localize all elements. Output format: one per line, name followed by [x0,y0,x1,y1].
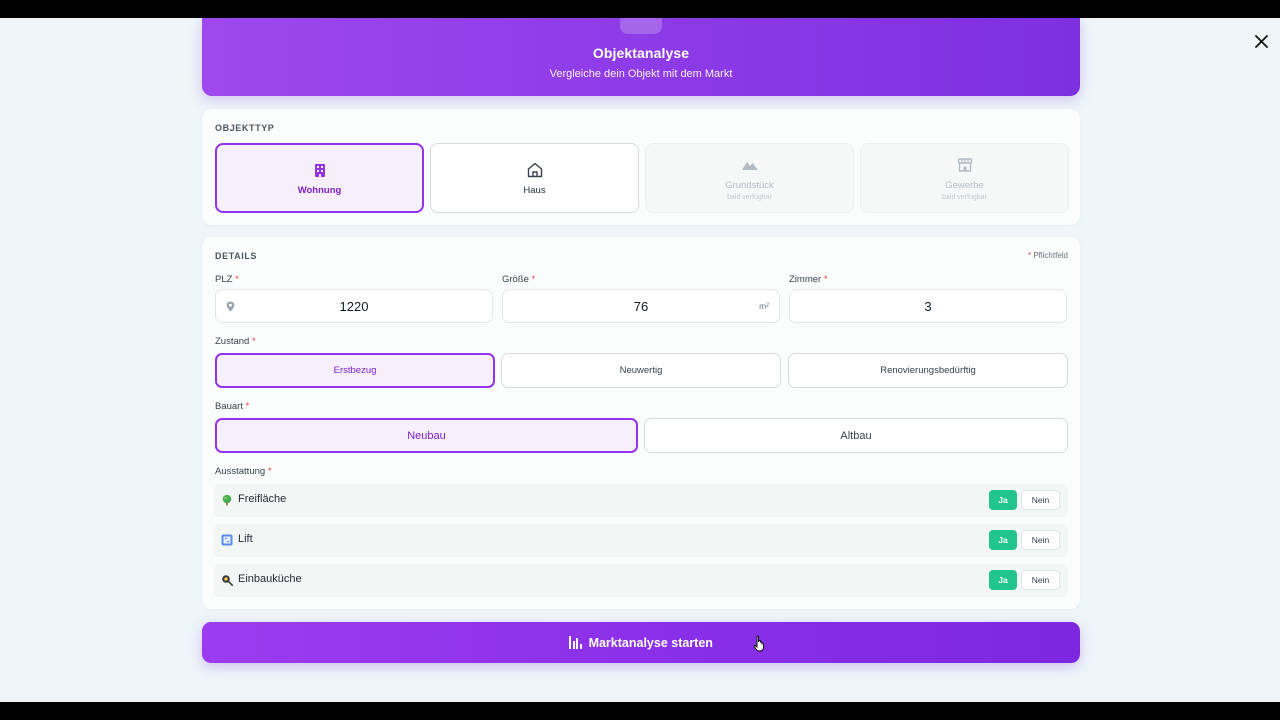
page-subtitle: Vergleiche dein Objekt mit dem Markt [549,68,733,80]
yes-no-toggle: Ja Nein [989,490,1060,510]
no-button[interactable]: Nein [1021,530,1060,550]
size-label: Größe * [502,274,536,285]
tree-icon [222,494,232,506]
tile-label: Gewerbe [945,179,984,191]
condition-option-neuwertig[interactable]: Neuwertig [501,353,781,388]
frying-pan-icon [222,575,233,586]
store-icon [957,157,972,172]
amenity-label: Lift [238,533,253,545]
close-icon [1254,34,1268,48]
tile-coming-soon: bald verfügbar [942,193,987,201]
yes-button[interactable]: Ja [989,490,1017,510]
amenities-label: Ausstattung * [215,466,272,477]
map-pin-icon [226,301,235,312]
construction-label: Bauart * [215,401,250,412]
tile-label: Grundstück [725,179,774,191]
tile-label: Haus [523,184,546,196]
details-card: DETAILS * Pflichtfeld PLZ * Größe * m² Z… [202,237,1080,609]
tile-label: Wohnung [297,184,342,196]
no-button[interactable]: Nein [1021,570,1060,590]
type-tile-haus[interactable]: Haus [430,143,639,213]
amenity-row-freiflaeche: Freifläche Ja Nein [214,484,1068,517]
close-button[interactable] [1250,30,1272,52]
tile-coming-soon: bald verfügbar [727,193,772,201]
required-note: * Pflichtfeld [1027,251,1068,260]
plz-field[interactable] [215,289,493,323]
house-icon [527,162,542,177]
size-field[interactable]: m² [502,289,780,323]
plz-label: PLZ * [215,274,239,285]
mouse-cursor-icon [753,635,764,652]
yes-button[interactable]: Ja [989,530,1017,550]
rooms-label: Zimmer * [789,274,828,285]
construction-option-neubau[interactable]: Neubau [215,418,638,453]
condition-option-erstbezug[interactable]: Erstbezug [215,353,495,388]
rooms-input[interactable] [790,298,1066,314]
top-letterbox [0,0,1280,18]
object-type-label: OBJEKTTYP [215,123,275,133]
elevator-icon [221,534,233,546]
app-viewport: Objektanalyse Vergleiche dein Objekt mit… [0,18,1280,702]
building-icon [314,163,325,177]
type-tile-grundstueck: Grundstück bald verfügbar [645,143,854,213]
condition-label: Zustand * [215,336,256,347]
plz-input[interactable] [216,298,492,314]
start-analysis-button[interactable]: Marktanalyse starten [202,622,1080,663]
bottom-letterbox [0,702,1280,720]
bar-chart-icon [569,636,582,649]
no-button[interactable]: Nein [1021,490,1060,510]
type-tile-gewerbe: Gewerbe bald verfügbar [860,143,1069,213]
amenity-label: Einbauküche [238,573,302,585]
object-type-card: OBJEKTTYP Wohnung Haus Grundstück bald v… [202,109,1080,225]
details-label: DETAILS [215,251,258,261]
start-analysis-label: Marktanalyse starten [588,635,713,650]
construction-option-altbau[interactable]: Altbau [644,418,1068,453]
size-input[interactable] [503,298,779,314]
rooms-field[interactable] [789,289,1067,323]
amenity-label: Freifläche [238,493,287,505]
yes-button[interactable]: Ja [989,570,1017,590]
yes-no-toggle: Ja Nein [989,530,1060,550]
yes-no-toggle: Ja Nein [989,570,1060,590]
header-icon [620,18,662,34]
header-banner: Objektanalyse Vergleiche dein Objekt mit… [202,18,1080,96]
size-unit: m² [759,301,769,311]
type-tile-wohnung[interactable]: Wohnung [215,143,424,213]
condition-option-renovierungsbeduerftig[interactable]: Renovierungsbedürftig [788,353,1068,388]
amenity-row-lift: Lift Ja Nein [214,524,1068,557]
amenity-row-einbaukueche: Einbauküche Ja Nein [214,564,1068,597]
page-title: Objektanalyse [592,45,690,61]
mountain-icon [741,161,758,170]
